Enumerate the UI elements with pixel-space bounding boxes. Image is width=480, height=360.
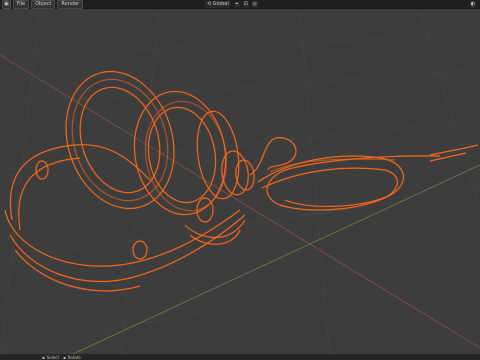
snap-icon[interactable]: ⊡ [242,1,249,8]
file-menu[interactable]: File [12,0,30,9]
shading-dropdown-icon[interactable]: ◐ [470,1,476,8]
grid-lines [0,10,480,360]
editor-type-button[interactable]: ▣ [2,0,11,9]
status-bar: ▪ Select ▪ Rotate [0,354,480,360]
render-menu[interactable]: Render [57,0,84,9]
pivot-icon[interactable]: ⌖ [233,1,240,8]
orientation-label: Global [212,1,229,7]
mouse-middle-icon: ▪ [63,354,66,360]
select-hint: ▪ Select [42,355,59,360]
headphones-wireframe[interactable] [4,57,479,292]
transform-orientation-dropdown[interactable]: ⟲ Global [205,1,231,8]
proportional-editing-icon[interactable]: ◎ [251,1,258,8]
object-menu[interactable]: Object [31,0,56,9]
viewport-shading-tools: ◐ [470,1,476,8]
transform-tools: ⟲ Global ⌖ ⊡ ◎ [205,1,258,8]
rotate-hint: ▪ Rotate [63,355,81,360]
viewport-canvas[interactable] [0,10,480,360]
select-label: Select [46,354,60,360]
y-axis-line [59,164,480,360]
3d-viewport[interactable] [0,10,480,360]
rotate-label: Rotate [67,354,81,360]
mouse-left-icon: ▪ [42,354,45,360]
top-toolbar: ▣ File Object Render ⟲ Global ⌖ ⊡ ◎ ◐ [0,0,480,9]
